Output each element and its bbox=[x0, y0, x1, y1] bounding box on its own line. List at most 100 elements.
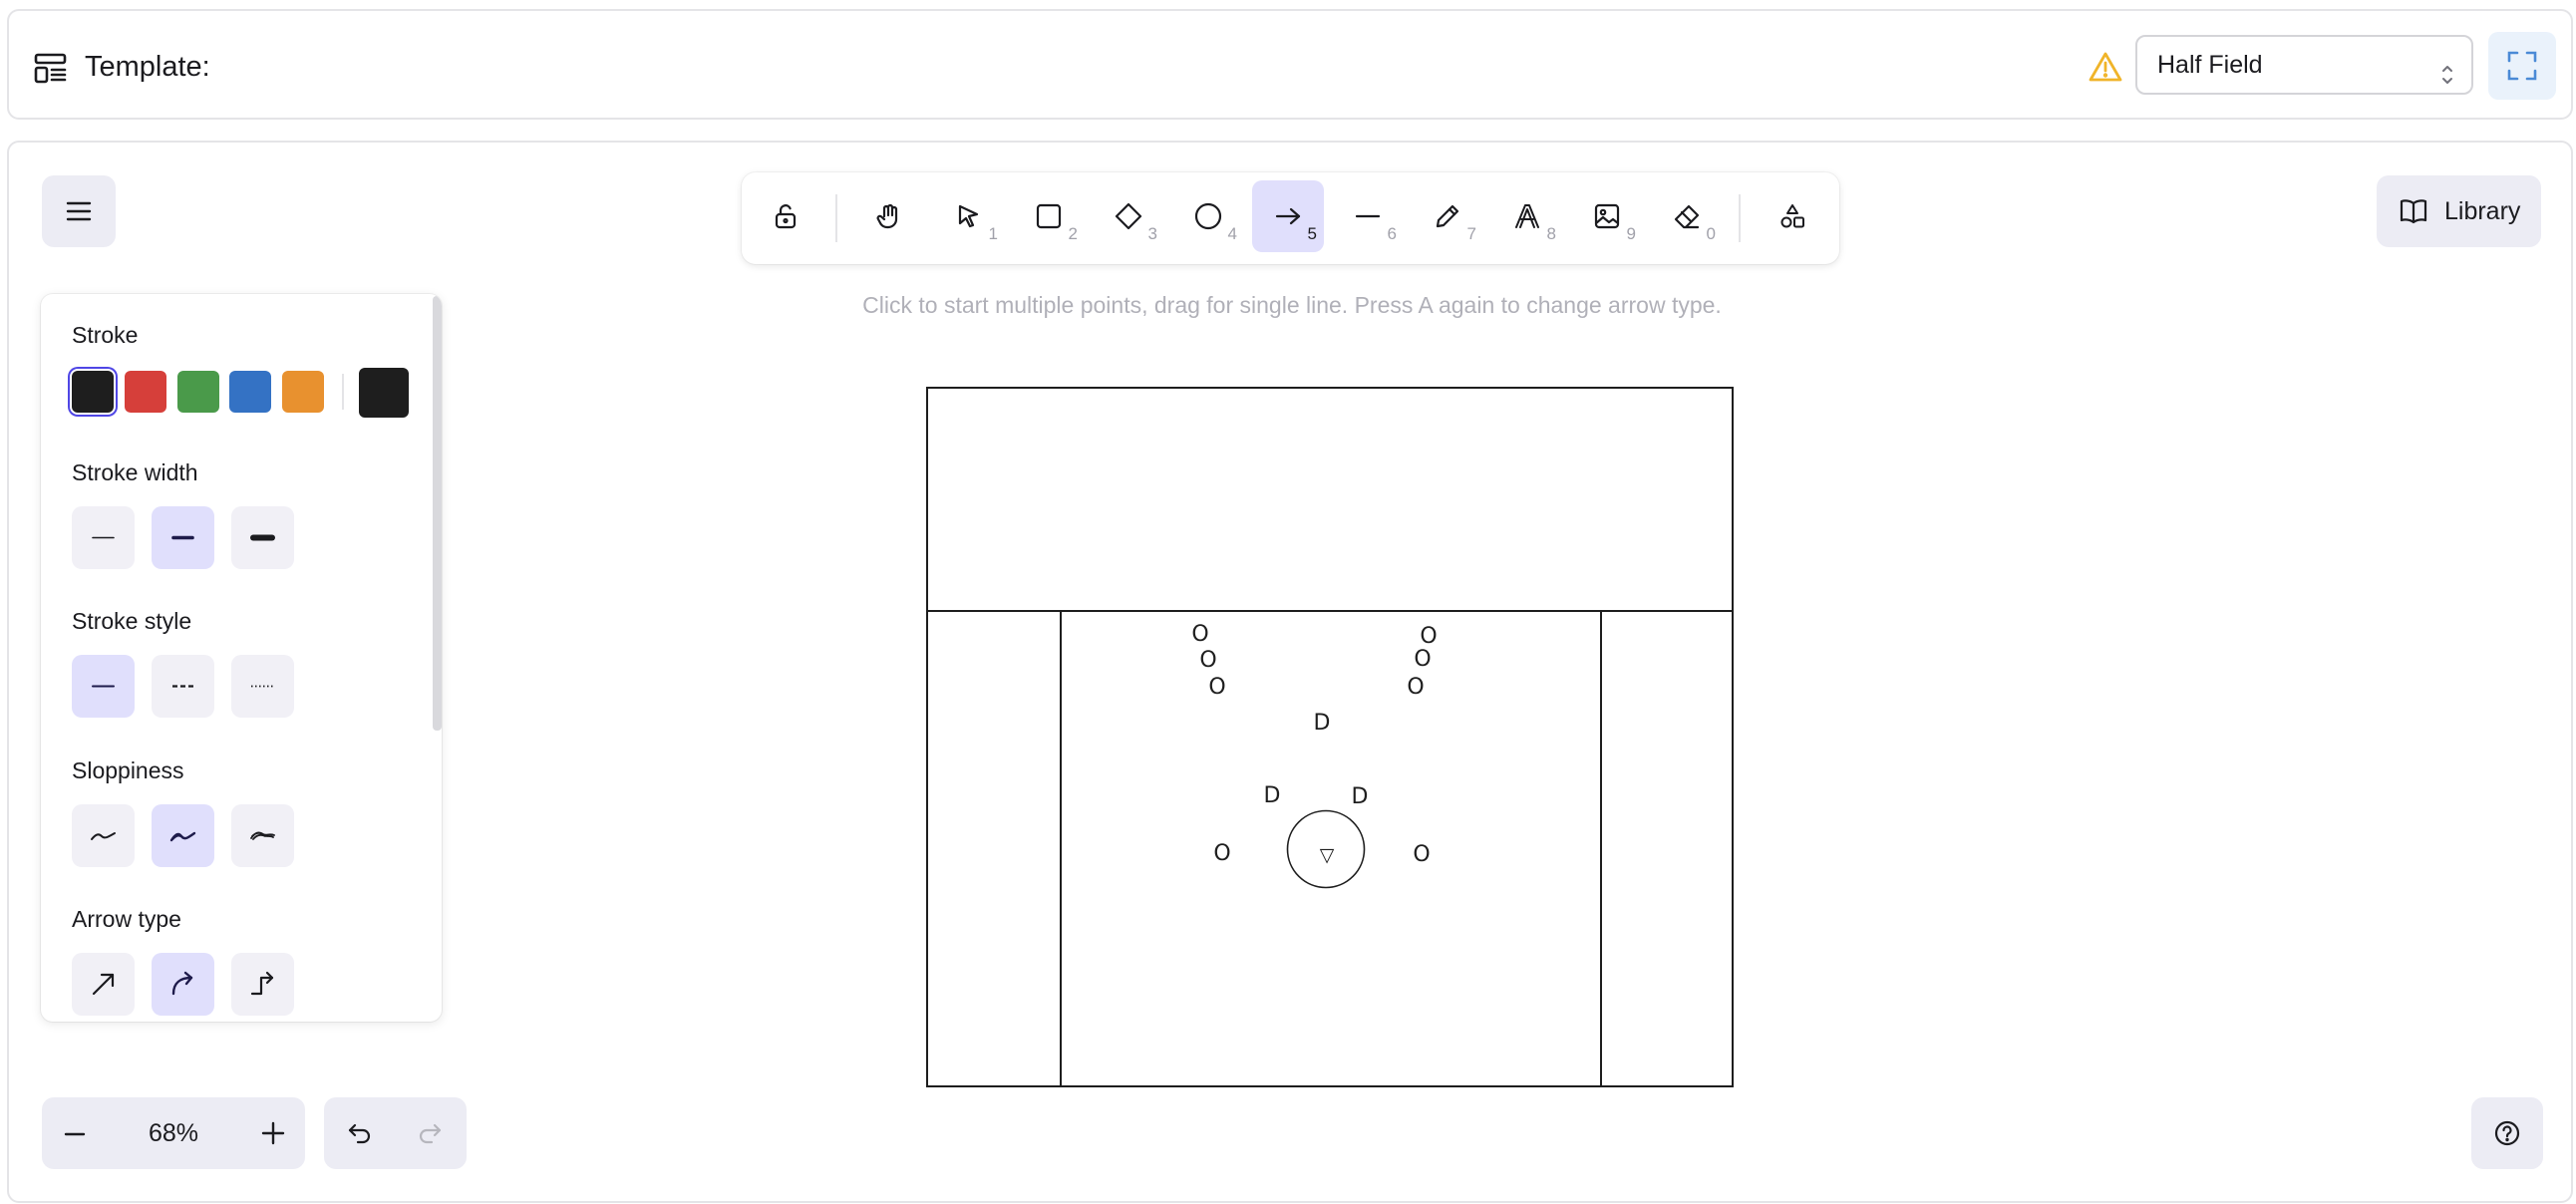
hamburger-icon bbox=[66, 201, 92, 221]
arrow-right-icon bbox=[1275, 207, 1301, 225]
attacker-marker: O bbox=[1413, 842, 1430, 867]
stroke-color-black[interactable] bbox=[72, 371, 114, 413]
attacker-marker: O bbox=[1191, 622, 1208, 647]
shortcut-key: 2 bbox=[1068, 224, 1078, 243]
undo-icon bbox=[348, 1123, 371, 1144]
eraser-tool[interactable]: 0 bbox=[1651, 180, 1723, 252]
stroke-color-red[interactable] bbox=[125, 371, 166, 413]
attacker-marker: O bbox=[1420, 624, 1437, 649]
properties-scrollbar[interactable] bbox=[433, 296, 442, 731]
draw-tool[interactable]: 7 bbox=[1412, 180, 1483, 252]
arrow-type-curved[interactable] bbox=[152, 953, 214, 1016]
book-icon bbox=[2400, 199, 2427, 224]
stroke-color-orange[interactable] bbox=[282, 371, 324, 413]
template-label: Template: bbox=[85, 51, 210, 83]
field-outline bbox=[926, 387, 1734, 1087]
main-menu-button[interactable] bbox=[42, 175, 116, 247]
template-icon bbox=[31, 49, 71, 89]
attacker-marker: O bbox=[1407, 675, 1424, 700]
arrow-tool[interactable]: 5 bbox=[1252, 180, 1324, 252]
stroke-width-label: Stroke width bbox=[72, 459, 198, 485]
shortcut-key: 8 bbox=[1546, 224, 1556, 243]
line-icon bbox=[1355, 214, 1381, 218]
stroke-width-extra-bold[interactable] bbox=[231, 506, 294, 569]
current-stroke-color[interactable] bbox=[359, 368, 409, 418]
shortcut-key: 5 bbox=[1307, 224, 1317, 243]
defender-marker: D bbox=[1264, 783, 1281, 808]
extra-tools-button[interactable] bbox=[1757, 180, 1828, 252]
hand-tool[interactable] bbox=[853, 180, 925, 252]
swatch-divider bbox=[342, 374, 344, 410]
stroke-style-dashed[interactable] bbox=[152, 655, 214, 718]
template-select[interactable]: Half Field bbox=[2135, 35, 2473, 95]
redo-button[interactable] bbox=[416, 1119, 444, 1152]
stroke-label: Stroke bbox=[72, 322, 139, 348]
unlock-icon bbox=[775, 204, 797, 229]
template-select-value: Half Field bbox=[2157, 51, 2263, 79]
arrow-type-sharp[interactable] bbox=[72, 953, 135, 1016]
selection-tool[interactable]: 1 bbox=[933, 180, 1005, 252]
diamond-tool[interactable]: 3 bbox=[1093, 180, 1164, 252]
image-tool[interactable]: 9 bbox=[1571, 180, 1643, 252]
stroke-color-green[interactable] bbox=[177, 371, 219, 413]
stroke-width-bold[interactable] bbox=[152, 506, 214, 569]
defender-marker: D bbox=[1314, 711, 1331, 736]
rectangle-tool[interactable]: 2 bbox=[1013, 180, 1085, 252]
plus-icon bbox=[261, 1121, 285, 1145]
ellipse-tool[interactable]: 4 bbox=[1172, 180, 1244, 252]
stroke-width-thin[interactable] bbox=[72, 506, 135, 569]
undo-button[interactable] bbox=[346, 1119, 374, 1152]
drawing-toolbar: 1 2 3 4 5 6 7 8 9 0 bbox=[742, 172, 1839, 264]
eraser-icon bbox=[1674, 204, 1700, 229]
rectangle-icon bbox=[1036, 203, 1062, 229]
curved-arrow-icon bbox=[171, 971, 193, 996]
shortcut-key: 7 bbox=[1466, 224, 1476, 243]
properties-panel: Stroke Stroke width Stroke style Sloppin… bbox=[41, 294, 442, 1022]
library-button[interactable]: Library bbox=[2377, 175, 2541, 247]
minus-icon bbox=[64, 1132, 86, 1136]
defender-marker: D bbox=[1352, 784, 1369, 809]
goalie-marker: ▽ bbox=[1320, 844, 1335, 866]
attacker-marker: O bbox=[1414, 647, 1431, 672]
arrow-type-elbow[interactable] bbox=[231, 953, 294, 1016]
dotted-line-icon bbox=[251, 685, 274, 688]
extra-bold-line-icon bbox=[250, 534, 275, 541]
stroke-style-dotted[interactable] bbox=[231, 655, 294, 718]
circle-icon bbox=[1194, 202, 1222, 230]
text-tool[interactable]: 8 bbox=[1491, 180, 1563, 252]
fullscreen-icon bbox=[2507, 51, 2537, 81]
zoom-controls: 68% bbox=[42, 1097, 305, 1169]
shapes-icon bbox=[1780, 204, 1804, 228]
text-icon bbox=[1515, 204, 1539, 228]
shortcut-key: 0 bbox=[1706, 224, 1716, 243]
diamond-icon bbox=[1115, 202, 1142, 230]
line-tool[interactable]: 6 bbox=[1332, 180, 1404, 252]
shortcut-key: 6 bbox=[1387, 224, 1397, 243]
sharp-arrow-icon bbox=[92, 973, 115, 996]
zoom-level[interactable]: 68% bbox=[132, 1118, 215, 1148]
sloppiness-artist[interactable] bbox=[152, 804, 214, 867]
elbow-arrow-icon bbox=[250, 971, 274, 996]
sloppiness-label: Sloppiness bbox=[72, 757, 184, 783]
warning-icon[interactable] bbox=[2088, 49, 2123, 85]
fullscreen-button[interactable] bbox=[2488, 32, 2556, 100]
sloppiness-cartoonist[interactable] bbox=[231, 804, 294, 867]
help-button[interactable] bbox=[2471, 1097, 2543, 1169]
lock-tool[interactable] bbox=[750, 180, 821, 252]
bold-line-icon bbox=[171, 535, 194, 540]
drawing-canvas[interactable]: O O O O O O O O D D D ▽ 1 2 3 4 5 6 7 8 … bbox=[7, 141, 2573, 1203]
sloppiness-architect[interactable] bbox=[72, 804, 135, 867]
artist-icon bbox=[169, 831, 196, 842]
zoom-out-button[interactable] bbox=[62, 1121, 88, 1147]
arrow-type-label: Arrow type bbox=[72, 906, 181, 932]
zoom-in-button[interactable] bbox=[259, 1119, 287, 1147]
architect-icon bbox=[91, 832, 116, 840]
hand-icon bbox=[876, 203, 898, 229]
stroke-color-blue[interactable] bbox=[229, 371, 271, 413]
shortcut-key: 4 bbox=[1227, 224, 1237, 243]
stroke-style-solid[interactable] bbox=[72, 655, 135, 718]
shortcut-key: 3 bbox=[1147, 224, 1157, 243]
thin-line-icon bbox=[92, 536, 115, 539]
help-icon bbox=[2494, 1120, 2520, 1146]
attacker-marker: O bbox=[1213, 841, 1230, 866]
